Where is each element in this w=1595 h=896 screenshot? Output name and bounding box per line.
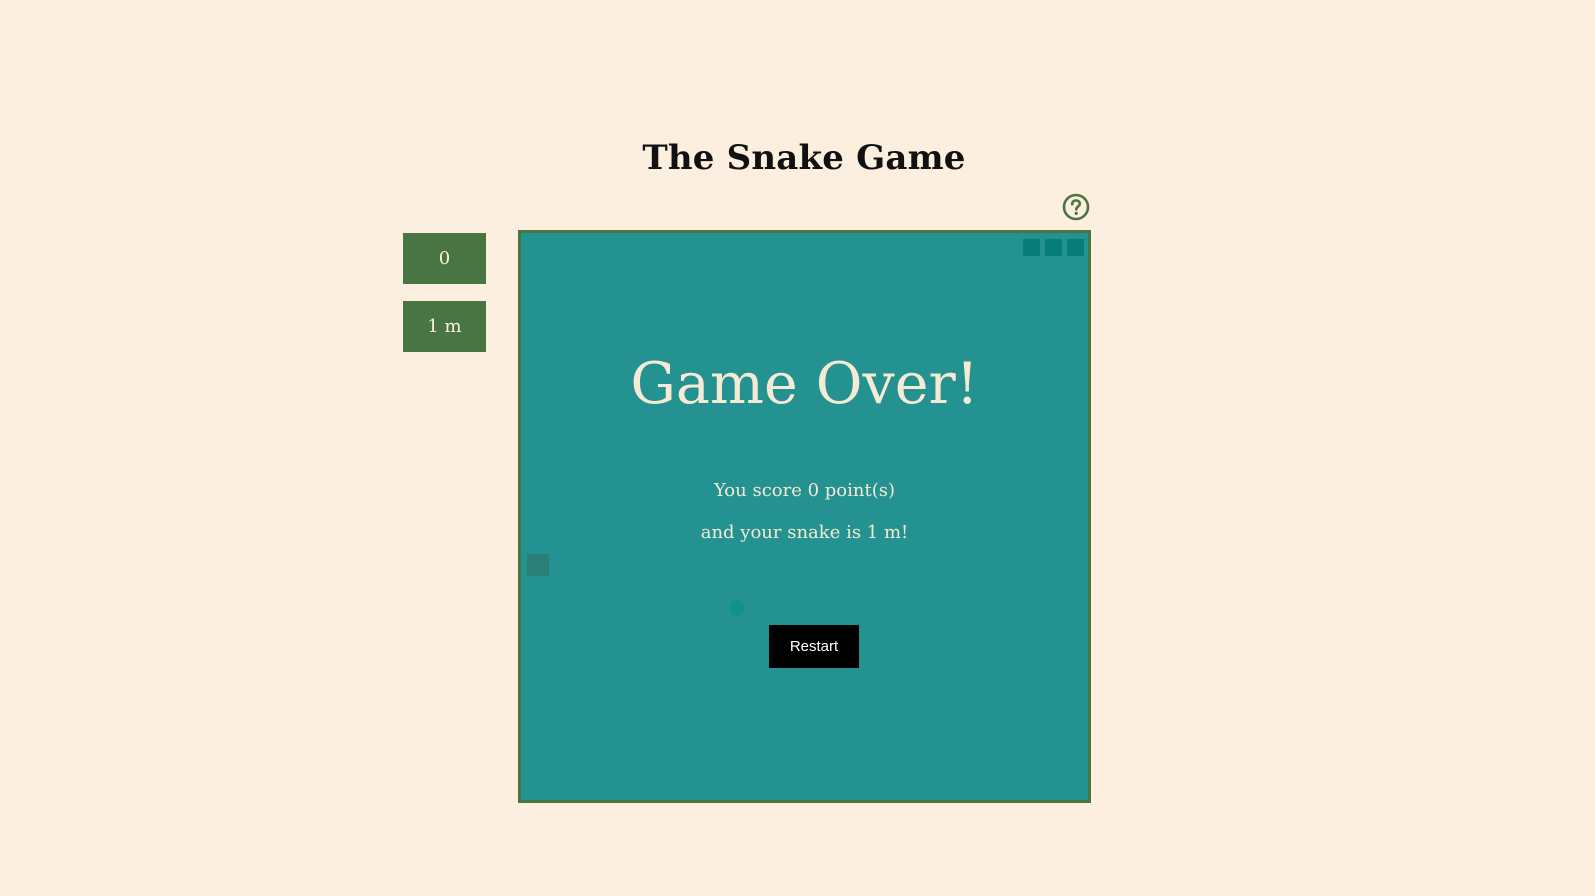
food-pellet bbox=[729, 600, 745, 616]
help-question-icon[interactable] bbox=[1062, 193, 1090, 221]
final-score-text: You score 0 point(s) bbox=[713, 480, 895, 501]
game-board[interactable]: Game Over! You score 0 point(s) and your… bbox=[518, 230, 1091, 803]
game-over-title: Game Over! bbox=[630, 351, 979, 417]
board-control-square[interactable] bbox=[1045, 239, 1062, 256]
board-control-square[interactable] bbox=[1067, 239, 1084, 256]
final-length-text: and your snake is 1 m! bbox=[700, 522, 909, 543]
board-control-square[interactable] bbox=[1023, 239, 1040, 256]
snake-segment bbox=[527, 554, 549, 576]
restart-button[interactable]: Restart bbox=[769, 625, 859, 668]
snake-length-display: 1 m bbox=[403, 301, 486, 352]
score-display: 0 bbox=[403, 233, 486, 284]
page-title: The Snake Game bbox=[642, 138, 966, 178]
